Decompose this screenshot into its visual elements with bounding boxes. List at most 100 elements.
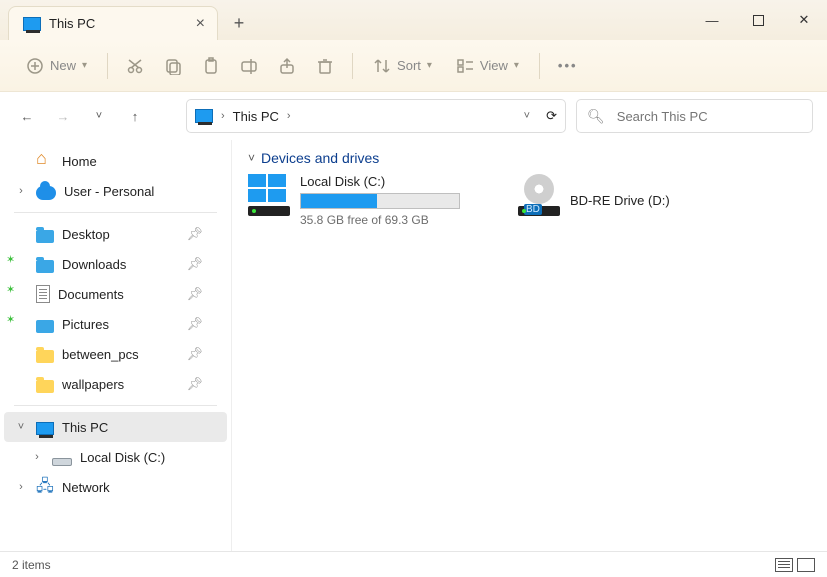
back-button[interactable]: ←	[14, 103, 40, 129]
close-window-button[interactable]: ✕	[781, 0, 827, 40]
optical-drive-icon: BD	[518, 174, 560, 216]
expand-icon[interactable]: ›	[14, 481, 28, 493]
rename-icon	[240, 57, 258, 75]
square-icon	[753, 15, 764, 26]
address-bar[interactable]: › This PC › ˅ ⟳	[186, 99, 566, 133]
up-button[interactable]: ↑	[122, 103, 148, 129]
navigation-row: ← → ˅ ↑ › This PC › ˅ ⟳ 🔍︎	[0, 92, 827, 140]
delete-button[interactable]	[308, 51, 342, 81]
chevron-down-icon: ▾	[514, 60, 519, 71]
toolbar-separator	[107, 53, 108, 79]
group-title: Devices and drives	[261, 150, 379, 166]
expand-icon[interactable]: ›	[30, 451, 44, 463]
paste-icon	[202, 57, 220, 75]
sidebar-label: Downloads	[62, 257, 126, 272]
expand-icon[interactable]: ›	[14, 185, 28, 197]
sidebar-item-home[interactable]: Home	[0, 146, 231, 176]
title-bar: This PC × + — ✕	[0, 0, 827, 40]
chevron-down-icon: ▾	[427, 60, 432, 71]
forward-button[interactable]: →	[50, 103, 76, 129]
cut-button[interactable]	[118, 51, 152, 81]
folder-icon	[36, 350, 54, 363]
sidebar-item-onedrive[interactable]: › User - Personal	[0, 176, 231, 206]
sync-icon: ✶	[6, 253, 15, 266]
pictures-icon	[36, 320, 54, 333]
sidebar-label: Network	[62, 480, 110, 495]
plus-circle-icon	[26, 57, 44, 75]
new-label: New	[50, 58, 76, 73]
this-pc-icon	[23, 17, 41, 31]
drive-local-disk[interactable]: Local Disk (C:) 35.8 GB free of 69.3 GB	[248, 174, 478, 227]
status-bar: 2 items	[0, 551, 827, 577]
sidebar-label: Documents	[58, 287, 124, 302]
minimize-button[interactable]: —	[689, 0, 735, 40]
recent-locations-button[interactable]: ˅	[86, 103, 112, 129]
drive-bdre[interactable]: BD BD-RE Drive (D:)	[518, 174, 718, 227]
pin-icon[interactable]: 📌︎	[186, 226, 203, 242]
trash-icon	[316, 57, 334, 75]
pin-icon[interactable]: 📌︎	[186, 286, 203, 302]
pin-icon[interactable]: 📌︎	[186, 376, 203, 392]
sidebar-label: User - Personal	[64, 184, 154, 199]
documents-icon	[36, 285, 50, 303]
share-icon	[278, 57, 296, 75]
group-header-devices[interactable]: ˅ Devices and drives	[248, 150, 811, 166]
share-button[interactable]	[270, 51, 304, 81]
address-location[interactable]: This PC	[233, 109, 279, 124]
address-history-button[interactable]: ˅	[524, 110, 530, 122]
collapse-icon[interactable]: ˅	[14, 421, 28, 433]
content-pane[interactable]: ˅ Devices and drives Local Disk (C:) 35.…	[232, 140, 827, 551]
chevron-right-icon: ›	[287, 110, 291, 122]
this-pc-icon	[36, 422, 54, 435]
pin-icon[interactable]: 📌︎	[186, 256, 203, 272]
local-disk-icon	[248, 174, 290, 216]
drive-usage-bar	[300, 193, 460, 209]
folder-icon	[36, 380, 54, 393]
view-label: View	[480, 58, 508, 73]
tab-this-pc[interactable]: This PC ×	[8, 6, 218, 40]
disk-icon	[52, 458, 72, 466]
search-box[interactable]: 🔍︎	[576, 99, 813, 133]
sidebar-label: between_pcs	[62, 347, 139, 362]
sidebar-item-this-pc[interactable]: ˅ This PC	[4, 412, 227, 442]
sync-icon: ✶	[6, 313, 15, 326]
details-view-button[interactable]	[775, 558, 793, 572]
refresh-button[interactable]: ⟳	[546, 108, 557, 124]
desktop-icon	[36, 230, 54, 243]
more-button[interactable]: •••	[550, 52, 586, 79]
tiles-view-button[interactable]	[797, 558, 815, 572]
sidebar-item-documents[interactable]: ✶ Documents 📌︎	[0, 279, 231, 309]
new-tab-button[interactable]: +	[224, 8, 254, 38]
tab-title: This PC	[49, 16, 95, 31]
sidebar-item-downloads[interactable]: ✶ Downloads 📌︎	[0, 249, 231, 279]
new-button[interactable]: New ▾	[16, 51, 97, 81]
sidebar-item-local-disk[interactable]: › Local Disk (C:)	[0, 442, 231, 472]
sort-button[interactable]: Sort ▾	[363, 51, 442, 81]
toolbar-separator	[539, 53, 540, 79]
maximize-button[interactable]	[735, 0, 781, 40]
sidebar-label: Desktop	[62, 227, 110, 242]
pin-icon[interactable]: 📌︎	[186, 346, 203, 362]
sidebar-item-folder[interactable]: between_pcs 📌︎	[0, 339, 231, 369]
sidebar-divider	[14, 212, 217, 213]
paste-button[interactable]	[194, 51, 228, 81]
sidebar-item-folder[interactable]: wallpapers 📌︎	[0, 369, 231, 399]
sidebar-item-network[interactable]: › Network	[0, 472, 231, 502]
pin-icon[interactable]: 📌︎	[186, 316, 203, 332]
downloads-icon	[36, 260, 54, 273]
copy-icon	[164, 57, 182, 75]
sync-icon: ✶	[6, 283, 15, 296]
copy-button[interactable]	[156, 51, 190, 81]
sidebar-item-pictures[interactable]: ✶ Pictures 📌︎	[0, 309, 231, 339]
sidebar-label: Pictures	[62, 317, 109, 332]
search-icon: 🔍︎	[587, 108, 605, 125]
sort-label: Sort	[397, 58, 421, 73]
command-toolbar: New ▾ Sort ▾ View ▾ •••	[0, 40, 827, 92]
search-input[interactable]	[615, 108, 802, 125]
drive-name: Local Disk (C:)	[300, 174, 478, 189]
sidebar-item-desktop[interactable]: Desktop 📌︎	[0, 219, 231, 249]
toolbar-separator	[352, 53, 353, 79]
view-button[interactable]: View ▾	[446, 51, 529, 81]
rename-button[interactable]	[232, 51, 266, 81]
tab-close-button[interactable]: ×	[196, 15, 205, 33]
